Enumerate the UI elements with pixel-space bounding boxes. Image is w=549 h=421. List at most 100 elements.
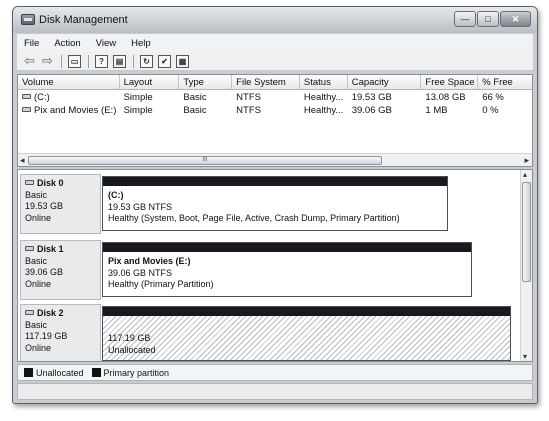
disk-size: 39.06 GB (25, 267, 64, 277)
volume-row-e[interactable]: Pix and Movies (E:) Simple Basic NTFS He… (18, 105, 532, 117)
volume-row-c[interactable]: (C:) Simple Basic NTFS Healthy... 19.53 … (18, 92, 532, 104)
disk-type: Basic (25, 189, 48, 200)
disk-icon (25, 180, 34, 185)
legend-swatch-primary-partition (91, 368, 101, 377)
disk-type: Basic (25, 255, 48, 266)
detail-pane-icon[interactable]: ▤ (113, 54, 126, 68)
scroll-down-arrow-icon[interactable]: ▾ (523, 352, 527, 361)
partition-title: (C:) (108, 190, 124, 200)
toolbar: ⇦ ⇨ ▭ ? ▤ ↻ ✔ ▦ (17, 52, 533, 71)
disk-size: 19.53 GB (25, 201, 64, 211)
partition-c[interactable]: (C:) 19.53 GB NTFS Healthy (System, Boot… (102, 176, 448, 231)
partition-status: Healthy (Primary Partition) (108, 279, 214, 289)
title-bar[interactable]: Disk Management — □ ✕ (13, 7, 537, 33)
menu-help[interactable]: Help (124, 38, 159, 49)
disk-state: Online (25, 342, 52, 353)
disk-settings-icon[interactable]: ▦ (176, 54, 189, 68)
properties-icon[interactable]: ✔ (158, 54, 171, 68)
partition-size: 117.19 GB (108, 333, 151, 343)
disk-info-disk-2[interactable]: Disk 2 Basic 117.19 GB Online (20, 304, 101, 361)
disk-row: Disk 0 Basic 19.53 GB Online (C:) 19.53 … (18, 172, 523, 235)
volume-file-system: NTFS (236, 105, 261, 116)
disk-icon (25, 246, 34, 251)
disk-name: Disk 1 (37, 244, 64, 254)
partition-status: Unallocated (108, 344, 156, 355)
volume-status: Healthy... (303, 92, 344, 103)
column-type[interactable]: Type (179, 75, 233, 89)
scroll-right-arrow-icon[interactable]: ▸ (524, 155, 529, 166)
drive-icon (22, 94, 31, 99)
column-status[interactable]: Status (300, 75, 348, 89)
partition-size-fs: 19.53 GB NTFS (108, 201, 173, 212)
window-title: Disk Management (39, 14, 128, 26)
volume-file-system: NTFS (236, 92, 261, 103)
minimize-button[interactable]: — (454, 11, 476, 27)
legend-label-unallocated: Unallocated (36, 367, 84, 378)
volume-name: Pix and Movies (E:) (34, 105, 117, 116)
volume-percent-free: 66 % (482, 92, 504, 103)
column-percent-free[interactable]: % Free (478, 75, 532, 89)
toolbar-separator (133, 54, 134, 68)
legend: Unallocated Primary partition (17, 364, 533, 381)
partition-type-bar (103, 243, 471, 252)
volume-layout: Simple (123, 105, 153, 116)
drive-icon (22, 107, 31, 112)
volume-capacity: 39.06 GB (351, 105, 392, 116)
volume-list: Volume Layout Type File System Status Ca… (17, 74, 533, 167)
status-bar (17, 383, 533, 400)
volume-name: (C:) (34, 92, 50, 103)
menu-bar: File Action View Help (17, 34, 533, 52)
disk-management-window: Disk Management — □ ✕ File Action View H… (12, 6, 538, 404)
column-volume[interactable]: Volume (18, 75, 120, 89)
disk-name: Disk 2 (37, 308, 64, 318)
partition-e[interactable]: Pix and Movies (E:) 39.06 GB NTFS Health… (102, 242, 472, 297)
column-layout[interactable]: Layout (120, 75, 180, 89)
legend-swatch-unallocated (24, 368, 33, 377)
help-icon[interactable]: ? (95, 54, 108, 68)
disk-info-disk-0[interactable]: Disk 0 Basic 19.53 GB Online (20, 174, 101, 234)
partition-type-bar (103, 177, 447, 186)
refresh-icon[interactable]: ↻ (140, 54, 153, 68)
disk-state: Online (25, 212, 52, 223)
disk-name: Disk 0 (37, 178, 64, 188)
column-capacity[interactable]: Capacity (348, 75, 422, 89)
disk-icon (25, 310, 34, 315)
volume-list-horizontal-scrollbar[interactable]: ◂ III ▸ (18, 153, 532, 166)
column-file-system[interactable]: File System (232, 75, 300, 89)
disk-management-app-icon (21, 14, 35, 25)
menu-file[interactable]: File (17, 38, 47, 49)
disk-row: Disk 2 Basic 117.19 GB Online 117.19 GB … (18, 302, 523, 361)
menu-action[interactable]: Action (47, 38, 88, 49)
toolbar-separator (88, 54, 89, 68)
scroll-up-arrow-icon[interactable]: ▴ (523, 170, 527, 179)
close-button[interactable]: ✕ (500, 11, 531, 27)
volume-layout: Simple (123, 92, 153, 103)
partition-status: Healthy (System, Boot, Page File, Active… (108, 213, 400, 223)
disk-type: Basic (25, 319, 48, 330)
disk-graphical-view: Disk 0 Basic 19.53 GB Online (C:) 19.53 … (17, 169, 533, 362)
scroll-thumb[interactable]: III (28, 156, 382, 165)
toolbar-separator (61, 54, 62, 68)
maximize-button[interactable]: □ (477, 11, 499, 27)
forward-icon[interactable]: ⇨ (41, 53, 54, 68)
disk-state: Online (25, 278, 52, 289)
back-icon[interactable]: ⇦ (23, 53, 36, 68)
disk-info-disk-1[interactable]: Disk 1 Basic 39.06 GB Online (20, 240, 101, 300)
volume-percent-free: 0 % (482, 105, 499, 116)
scroll-left-arrow-icon[interactable]: ◂ (20, 155, 25, 166)
volume-list-header: Volume Layout Type File System Status Ca… (18, 75, 532, 90)
unallocated-space[interactable]: 117.19 GB Unallocated (102, 306, 511, 361)
column-free-space[interactable]: Free Space (421, 75, 479, 89)
volume-capacity: 19.53 GB (351, 92, 392, 103)
partition-title: Pix and Movies (E:) (108, 256, 191, 266)
scroll-grip: III (202, 157, 208, 163)
disk-row: Disk 1 Basic 39.06 GB Online Pix and Mov… (18, 238, 523, 301)
view-toggle-icon[interactable]: ▭ (68, 54, 81, 68)
legend-label-primary-partition: Primary partition (103, 367, 170, 378)
menu-view[interactable]: View (89, 38, 124, 49)
volume-type: Basic (183, 105, 207, 116)
volume-free-space: 13.08 GB (425, 92, 466, 103)
scroll-thumb[interactable] (522, 182, 531, 282)
volume-status: Healthy... (303, 105, 344, 116)
disk-view-vertical-scrollbar[interactable]: ▴ ▾ (520, 170, 532, 361)
